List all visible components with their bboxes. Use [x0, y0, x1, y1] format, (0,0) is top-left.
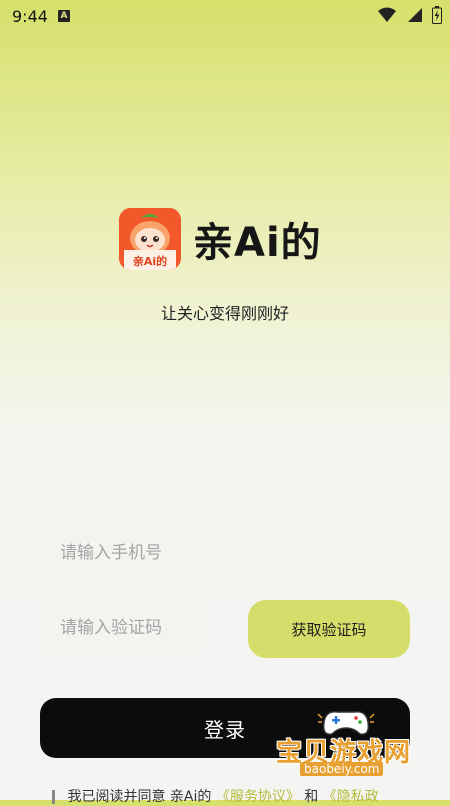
- watermark: 宝贝游戏网 baobeiy.com: [276, 702, 446, 782]
- slogan: 让关心变得刚刚好: [160, 304, 289, 323]
- status-time: 9:44: [12, 7, 48, 26]
- agreement-text: 我已阅读并同意 亲Ai的: [67, 789, 212, 805]
- app-icon: 亲Ai的: [119, 208, 181, 270]
- privacy-policy-link[interactable]: 《隐私政: [323, 789, 379, 805]
- service-agreement-link[interactable]: 《服务协议》: [216, 789, 300, 805]
- agreement-checkbox[interactable]: [52, 790, 55, 804]
- watermark-url: baobeiy.com: [300, 762, 384, 776]
- status-bar: 9:44 A: [0, 0, 450, 32]
- status-icons: [378, 6, 442, 24]
- brand-name: 亲Ai的: [193, 220, 322, 266]
- notification-badge-icon: A: [58, 10, 70, 22]
- signal-icon: [406, 7, 422, 23]
- verification-code-input[interactable]: [40, 599, 207, 657]
- battery-icon: [432, 6, 442, 24]
- agreement-row: 我已阅读并同意 亲Ai的 《服务协议》 和 《隐私政: [52, 786, 379, 806]
- brand-logo: 亲Ai的 亲Ai的: [119, 208, 322, 270]
- wifi-icon: [378, 7, 396, 23]
- agreement-conjunction: 和: [304, 789, 319, 805]
- app-icon-label: 亲Ai的: [132, 255, 168, 268]
- phone-input[interactable]: [40, 524, 410, 582]
- get-code-button[interactable]: 获取验证码: [248, 600, 410, 658]
